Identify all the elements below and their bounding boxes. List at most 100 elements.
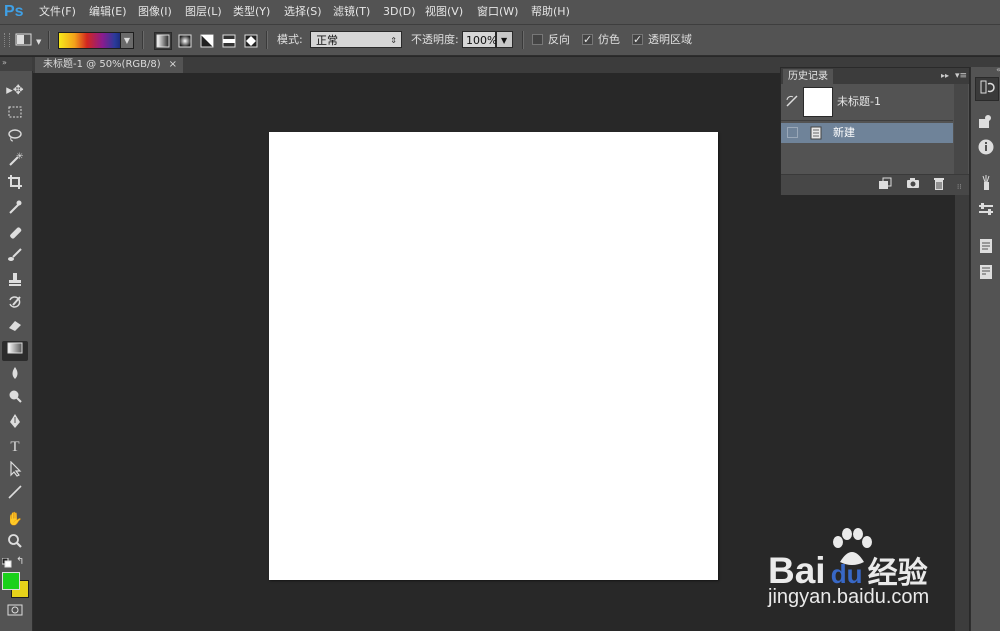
history-scrollbar[interactable] — [954, 84, 968, 174]
menu-type[interactable]: 类型(Y) — [233, 0, 270, 24]
text-tool-icon[interactable]: T — [3, 437, 27, 457]
menu-window[interactable]: 窗口(W) — [477, 0, 518, 24]
diamond-gradient-button[interactable] — [242, 32, 260, 50]
gradient-tool-icon: ▼ — [15, 33, 42, 46]
document-tab-title: 未标题-1 @ 50%(RGB/8) — [43, 59, 161, 70]
dock-collapse-icon[interactable]: « — [971, 66, 1000, 74]
dither-label: 仿色 — [598, 33, 620, 46]
svg-text:✳: ✳ — [16, 152, 23, 162]
gradient-preview[interactable] — [58, 32, 122, 49]
menu-select[interactable]: 选择(S) — [284, 0, 322, 24]
paragraph-panel-icon[interactable] — [975, 263, 997, 285]
linear-gradient-button[interactable] — [154, 32, 172, 50]
hand-tool-icon[interactable]: ✋ — [3, 510, 27, 530]
adjustments-panel-icon[interactable] — [975, 200, 997, 222]
document-new-icon — [809, 126, 823, 140]
crop-tool-icon[interactable] — [3, 174, 27, 194]
magic-wand-tool-icon[interactable]: ✳ — [3, 151, 27, 171]
menu-file[interactable]: 文件(F) — [39, 0, 76, 24]
watermark-url: jingyan.baidu.com — [768, 586, 930, 608]
panel-collapse-icon[interactable]: ▸▸ — [941, 70, 949, 82]
tools-panel: ▸✥ ✳ T ✋ ↰ — [0, 71, 33, 631]
brush-presets-panel-icon[interactable] — [975, 174, 997, 196]
properties-panel-icon[interactable] — [975, 113, 997, 135]
snapshot-thumbnail — [803, 87, 833, 117]
dodge-tool-icon[interactable] — [3, 388, 27, 408]
notes-panel-icon[interactable] — [975, 237, 997, 259]
history-brush-source-icon[interactable] — [785, 94, 799, 108]
history-panel-tab[interactable]: 历史记录 — [783, 69, 833, 84]
resize-grip-icon[interactable]: ⁞⁞ — [957, 183, 965, 191]
default-colors-icon[interactable] — [1, 557, 12, 568]
move-tool-icon[interactable]: ▸✥ — [3, 81, 27, 101]
menu-bar: Ps 文件(F) 编辑(E) 图像(I) 图层(L) 类型(Y) 选择(S) 滤… — [0, 0, 1000, 25]
eyedropper-tool-icon[interactable] — [3, 199, 27, 219]
reverse-checkbox[interactable] — [532, 34, 543, 45]
quick-mask-icon[interactable] — [3, 603, 27, 623]
menu-3d[interactable]: 3D(D) — [383, 0, 416, 24]
gradient-dropdown-arrow[interactable]: ▼ — [120, 32, 134, 49]
menu-layer[interactable]: 图层(L) — [185, 0, 222, 24]
document-canvas[interactable] — [269, 132, 718, 580]
history-source-checkbox[interactable] — [787, 127, 798, 138]
history-snapshot-row[interactable]: 未标题-1 — [781, 86, 953, 121]
new-document-from-state-icon[interactable] — [877, 177, 893, 193]
document-tab[interactable]: 未标题-1 @ 50%(RGB/8) × — [35, 57, 183, 73]
menu-view[interactable]: 视图(V) — [425, 0, 463, 24]
opacity-input[interactable]: 100% — [462, 31, 497, 48]
mode-select[interactable]: 正常 ⇕ — [310, 31, 402, 48]
reflected-gradient-button[interactable] — [220, 32, 238, 50]
double-chevron-icon: » — [2, 58, 7, 67]
snapshot-name: 未标题-1 — [837, 95, 881, 108]
trash-icon[interactable] — [931, 177, 947, 193]
menu-help[interactable]: 帮助(H) — [531, 0, 570, 24]
healing-brush-tool-icon[interactable] — [3, 225, 27, 245]
mode-label: 模式: — [277, 33, 303, 46]
zoom-tool-icon[interactable] — [3, 533, 27, 553]
mode-value: 正常 — [316, 34, 338, 47]
history-panel: 历史记录 ▸▸ ▾≡ 未标题-1 新建 ⁞⁞ — [780, 67, 970, 195]
toolbar-collapse-bar[interactable]: » — [0, 57, 32, 71]
pen-tool-icon[interactable] — [3, 413, 27, 433]
blur-tool-icon[interactable] — [3, 365, 27, 385]
swap-colors-icon[interactable]: ↰ — [16, 557, 28, 569]
dither-checkbox[interactable]: ✓ — [582, 34, 593, 45]
history-panel-icon[interactable] — [975, 77, 999, 101]
reverse-label: 反向 — [548, 33, 570, 46]
clone-stamp-tool-icon[interactable] — [3, 271, 27, 291]
radial-gradient-button[interactable] — [176, 32, 194, 50]
menu-edit[interactable]: 编辑(E) — [89, 0, 127, 24]
info-panel-icon[interactable] — [975, 138, 997, 160]
path-selection-tool-icon[interactable] — [3, 460, 27, 481]
history-panel-tab-row: 历史记录 ▸▸ ▾≡ — [781, 68, 969, 84]
marquee-tool-icon[interactable] — [3, 105, 27, 125]
transparency-label: 透明区域 — [648, 33, 692, 46]
svg-text:▼: ▼ — [36, 38, 42, 46]
history-panel-footer: ⁞⁞ — [781, 174, 969, 195]
photoshop-logo: Ps — [4, 3, 24, 20]
tool-preset-picker[interactable]: ▼ — [14, 31, 42, 49]
foreground-color-swatch[interactable] — [2, 572, 20, 590]
panel-menu-icon[interactable]: ▾≡ — [955, 70, 967, 82]
history-brush-tool-icon[interactable] — [3, 294, 27, 314]
history-state-row[interactable]: 新建 — [781, 123, 953, 143]
opacity-label: 不透明度: — [411, 33, 459, 46]
watermark-brand-bai: Bai — [768, 550, 826, 591]
eraser-tool-icon[interactable] — [3, 317, 27, 337]
select-arrows-icon: ⇕ — [390, 36, 397, 45]
opacity-dropdown-arrow[interactable]: ▼ — [496, 31, 513, 48]
angle-gradient-button[interactable] — [198, 32, 216, 50]
menu-image[interactable]: 图像(I) — [138, 0, 172, 24]
options-grip[interactable] — [4, 33, 10, 47]
brush-tool-icon[interactable] — [3, 247, 27, 267]
close-icon[interactable]: × — [169, 57, 177, 73]
menu-filter[interactable]: 滤镜(T) — [333, 0, 370, 24]
baidu-watermark: Bai du 经验 jingyan.baidu.com — [768, 528, 993, 618]
transparency-checkbox[interactable]: ✓ — [632, 34, 643, 45]
camera-icon[interactable] — [905, 177, 921, 193]
history-state-name: 新建 — [833, 126, 855, 139]
options-bar: ▼ ▼ 模式: 正常 ⇕ 不透明度: 100% ▼ 反向 ✓ 仿色 ✓ 透明区域 — [0, 25, 1000, 56]
gradient-tool-icon[interactable] — [2, 341, 28, 361]
lasso-tool-icon[interactable] — [3, 128, 27, 148]
line-tool-icon[interactable] — [3, 484, 27, 504]
